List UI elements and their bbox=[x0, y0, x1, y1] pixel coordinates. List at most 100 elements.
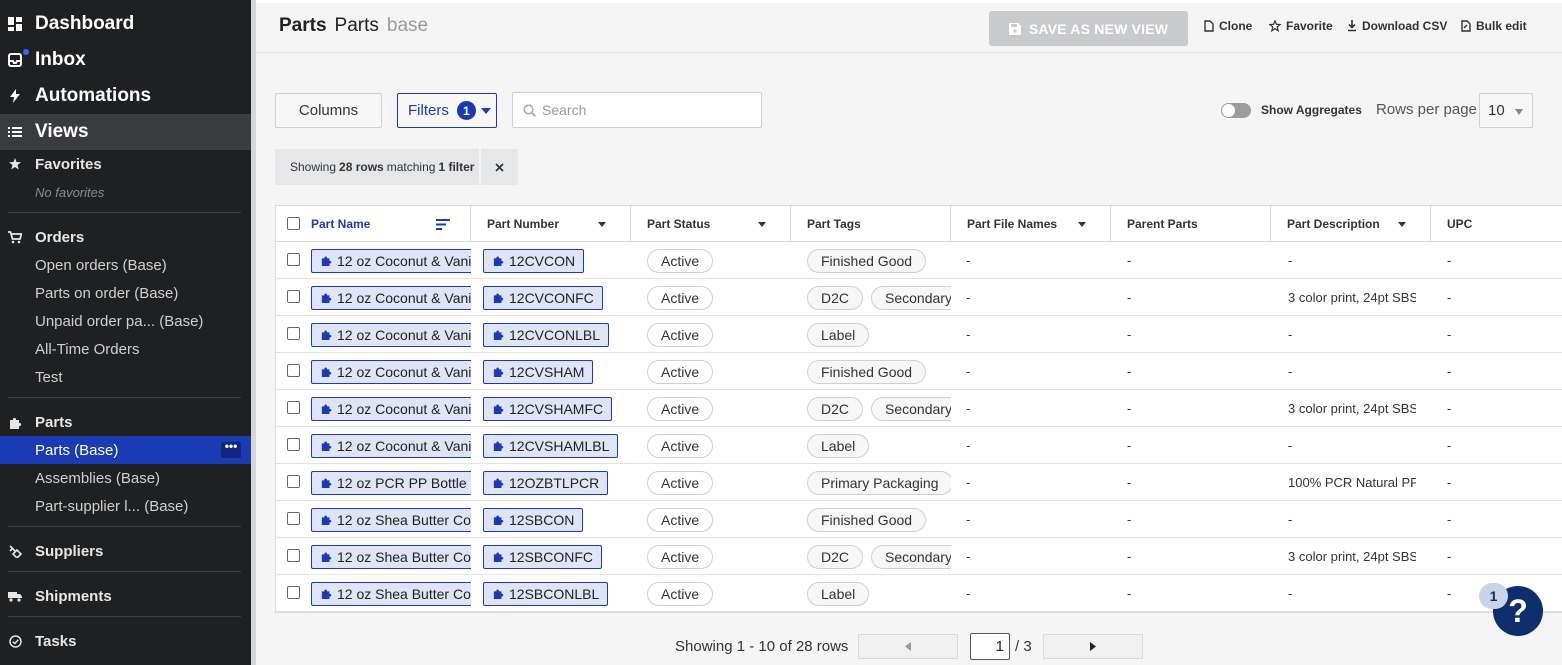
table-row[interactable]: 12 oz Shea Butter Conditioner 12SBCON Acti… bbox=[276, 501, 1562, 538]
parts-item-assemblies[interactable]: Assemblies (Base) bbox=[0, 464, 251, 492]
part-number-link[interactable]: 12CVCONLBL bbox=[483, 322, 610, 347]
search-box[interactable] bbox=[512, 92, 762, 128]
column-header-part-status[interactable]: Part Status bbox=[631, 206, 791, 242]
nav-inbox[interactable]: Inbox bbox=[0, 42, 251, 78]
part-tag[interactable]: Label bbox=[807, 322, 870, 347]
bulk-edit-button[interactable]: Bulk edit bbox=[1461, 19, 1527, 33]
part-tag[interactable]: Secondary Packaging bbox=[871, 544, 951, 569]
table-row[interactable]: 12 oz Coconut & Vanilla 12CVCONLBL Active L… bbox=[276, 316, 1562, 353]
page-number-input[interactable] bbox=[970, 633, 1010, 660]
section-favorites[interactable]: Favorites bbox=[0, 150, 251, 178]
part-number-link[interactable]: 12SBCONFC bbox=[483, 544, 603, 569]
part-number-link[interactable]: 12CVCONFC bbox=[483, 285, 603, 310]
part-number-link[interactable]: 12OZBTLPCR bbox=[483, 470, 609, 495]
filters-button[interactable]: Filters 1 bbox=[397, 93, 497, 128]
table-row[interactable]: 12 oz PCR PP Bottle 12OZBTLPCR Active Prima… bbox=[276, 464, 1562, 501]
part-tag[interactable]: Primary Packaging bbox=[807, 470, 951, 495]
section-tasks[interactable]: Tasks bbox=[0, 627, 251, 655]
column-header-part-number[interactable]: Part Number bbox=[471, 206, 631, 242]
previous-page-button[interactable] bbox=[858, 634, 958, 659]
part-tag[interactable]: D2C bbox=[807, 396, 864, 421]
sort-icon[interactable] bbox=[436, 219, 450, 230]
part-tag[interactable]: Secondary Packaging bbox=[871, 396, 951, 421]
parts-item-parts-base[interactable]: Parts (Base) ••• bbox=[0, 436, 251, 464]
row-checkbox[interactable] bbox=[287, 512, 300, 525]
section-orders[interactable]: Orders bbox=[0, 223, 251, 251]
aggregates-toggle[interactable] bbox=[1221, 103, 1251, 118]
part-tag[interactable]: Label bbox=[807, 581, 870, 606]
select-all-checkbox[interactable] bbox=[287, 217, 300, 230]
part-name-link[interactable]: 12 oz Coconut & Vanilla bbox=[311, 396, 471, 421]
section-suppliers[interactable]: Suppliers bbox=[0, 537, 251, 565]
part-number-link[interactable]: 12CVSHAMLBL bbox=[483, 433, 619, 458]
row-checkbox[interactable] bbox=[287, 327, 300, 340]
save-as-new-view-button[interactable]: SAVE AS NEW VIEW bbox=[989, 11, 1188, 46]
section-shipments[interactable]: Shipments bbox=[0, 582, 251, 610]
part-tag[interactable]: Finished Good bbox=[807, 248, 927, 273]
part-tag[interactable]: Finished Good bbox=[807, 359, 927, 384]
part-tag[interactable]: Secondary Packaging bbox=[871, 285, 951, 310]
part-name-link[interactable]: 12 oz Shea Butter Conditioner bbox=[311, 544, 471, 569]
part-name-link[interactable]: 12 oz Coconut & Vanilla bbox=[311, 359, 471, 384]
row-checkbox[interactable] bbox=[287, 290, 300, 303]
column-header-parent-parts[interactable]: Parent Parts bbox=[1111, 206, 1271, 242]
table-row[interactable]: 12 oz Coconut & Vanilla 12CVSHAM Active Fin… bbox=[276, 353, 1562, 390]
rows-per-page-select[interactable]: 10 bbox=[1479, 93, 1533, 128]
part-name-link[interactable]: 12 oz Shea Butter Conditioner bbox=[311, 507, 471, 532]
part-name-link[interactable]: 12 oz PCR PP Bottle bbox=[311, 470, 471, 495]
orders-item-all-time[interactable]: All-Time Orders bbox=[0, 335, 251, 363]
part-tag[interactable]: Label bbox=[807, 433, 870, 458]
column-header-part-name[interactable]: Part Name bbox=[276, 206, 471, 242]
nav-automations[interactable]: Automations bbox=[0, 78, 251, 114]
row-checkbox[interactable] bbox=[287, 253, 300, 266]
row-checkbox[interactable] bbox=[287, 475, 300, 488]
part-name-link[interactable]: 12 oz Coconut & Vanilla bbox=[311, 285, 471, 310]
caret-down-icon[interactable] bbox=[598, 222, 606, 227]
nav-views[interactable]: Views bbox=[0, 114, 251, 150]
table-row[interactable]: 12 oz Coconut & Vanilla 12CVSHAMLBL Active… bbox=[276, 427, 1562, 464]
clone-button[interactable]: Clone bbox=[1204, 19, 1252, 33]
search-input[interactable] bbox=[542, 102, 742, 118]
nav-dashboard[interactable]: Dashboard bbox=[0, 6, 251, 42]
column-header-upc[interactable]: UPC bbox=[1431, 206, 1562, 242]
clear-filter-button[interactable] bbox=[481, 149, 518, 185]
part-number-link[interactable]: 12CVSHAMFC bbox=[483, 396, 613, 421]
orders-item-open[interactable]: Open orders (Base) bbox=[0, 251, 251, 279]
table-row[interactable]: 12 oz Coconut & Vanilla 12CVSHAMFC Active D… bbox=[276, 390, 1562, 427]
part-name-link[interactable]: 12 oz Shea Butter Conditioner bbox=[311, 581, 471, 606]
table-row[interactable]: 12 oz Coconut & Vanilla 12CVCONFC Active D2… bbox=[276, 279, 1562, 316]
part-number-link[interactable]: 12SBCON bbox=[483, 507, 584, 532]
next-page-button[interactable] bbox=[1043, 634, 1143, 659]
table-row[interactable]: 12 oz Shea Butter Conditioner 12SBCONFC Ac… bbox=[276, 538, 1562, 575]
caret-down-icon[interactable] bbox=[1078, 222, 1086, 227]
part-number-link[interactable]: 12CVCON bbox=[483, 248, 585, 273]
orders-item-parts-on-order[interactable]: Parts on order (Base) bbox=[0, 279, 251, 307]
part-number-link[interactable]: 12SBCONLBL bbox=[483, 581, 609, 606]
section-parts[interactable]: Parts bbox=[0, 408, 251, 436]
row-checkbox[interactable] bbox=[287, 438, 300, 451]
row-checkbox[interactable] bbox=[287, 549, 300, 562]
columns-button[interactable]: Columns bbox=[275, 93, 382, 128]
row-checkbox[interactable] bbox=[287, 401, 300, 414]
part-tag[interactable]: D2C bbox=[807, 544, 864, 569]
column-header-part-tags[interactable]: Part Tags bbox=[791, 206, 951, 242]
orders-item-test[interactable]: Test bbox=[0, 363, 251, 391]
orders-item-unpaid[interactable]: Unpaid order pa... (Base) bbox=[0, 307, 251, 335]
part-name-link[interactable]: 12 oz Coconut & Vanilla bbox=[311, 322, 471, 347]
part-name-link[interactable]: 12 oz Coconut & Vanilla bbox=[311, 433, 471, 458]
row-checkbox[interactable] bbox=[287, 364, 300, 377]
part-tag[interactable]: Finished Good bbox=[807, 507, 927, 532]
favorite-button[interactable]: Favorite bbox=[1269, 19, 1333, 33]
part-tag[interactable]: D2C bbox=[807, 285, 864, 310]
part-name-link[interactable]: 12 oz Coconut & Vanilla bbox=[311, 248, 471, 273]
more-icon[interactable]: ••• bbox=[221, 440, 241, 458]
table-row[interactable]: 12 oz Coconut & Vanilla 12CVCON Active Fini… bbox=[276, 242, 1562, 279]
column-header-part-file-names[interactable]: Part File Names bbox=[951, 206, 1111, 242]
row-checkbox[interactable] bbox=[287, 586, 300, 599]
part-number-link[interactable]: 12CVSHAM bbox=[483, 359, 594, 384]
parts-item-part-supplier[interactable]: Part-supplier l... (Base) bbox=[0, 492, 251, 520]
download-csv-button[interactable]: Download CSV bbox=[1347, 19, 1447, 33]
column-header-part-description[interactable]: Part Description bbox=[1271, 206, 1431, 242]
caret-down-icon[interactable] bbox=[1398, 222, 1406, 227]
caret-down-icon[interactable] bbox=[758, 222, 766, 227]
